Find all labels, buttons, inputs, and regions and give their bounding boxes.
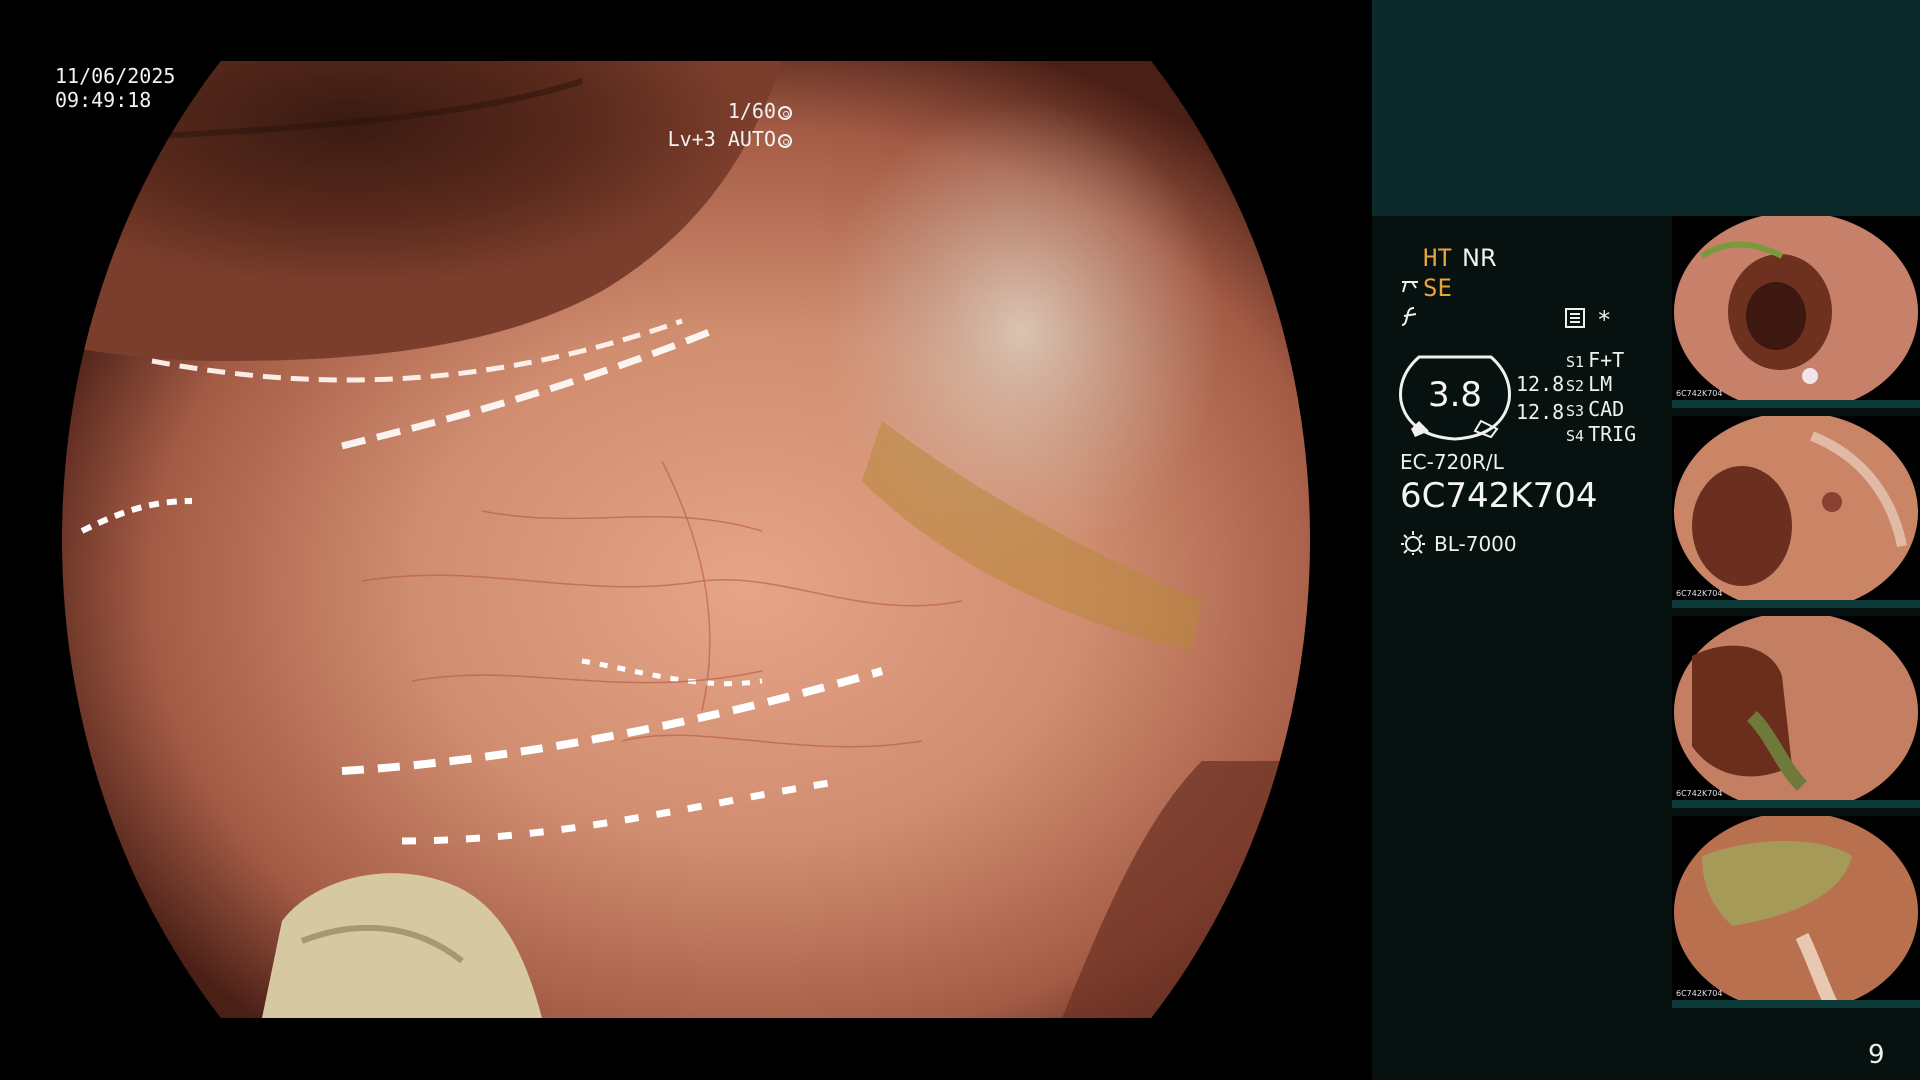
ht-indicator: HT	[1423, 244, 1452, 272]
exam-date: 11/06/2025	[55, 64, 176, 88]
thumbnail-serial: 6C742K704	[1676, 989, 1723, 998]
thumbnail-serial: 6C742K704	[1676, 589, 1723, 598]
switch-s2: S2 LM	[1566, 372, 1613, 396]
thumbnail-serial: 6C742K704	[1676, 389, 1723, 398]
star-indicator: *	[1597, 306, 1612, 334]
scope-model: EC-720R/L	[1400, 450, 1504, 474]
panel-header-band	[1372, 0, 1920, 216]
readout-value-1: 12.8	[1516, 372, 1565, 396]
thumbnail-strip	[1672, 800, 1920, 808]
thumbnail-image	[1674, 816, 1918, 1008]
thumbnail-strip	[1672, 1000, 1920, 1008]
light-source-icon	[1401, 531, 1425, 555]
nr-indicator: NR	[1462, 244, 1497, 272]
thumbnail-strip	[1672, 400, 1920, 408]
mucosa-image	[62, 61, 1310, 1018]
thumbnail-2[interactable]: 6C742K704	[1672, 416, 1920, 608]
shutter-value: 1/60	[727, 99, 776, 123]
scope-serial: 6C742K704	[1400, 476, 1598, 516]
thumbnail-image	[1674, 216, 1918, 408]
exam-time: 09:49:18	[55, 88, 152, 112]
aperture-icon	[778, 106, 792, 120]
thumbnail-serial: 6C742K704	[1676, 789, 1723, 798]
thumbnail-4[interactable]: 6C742K704	[1672, 816, 1920, 1008]
endoscopic-image	[62, 61, 1310, 1018]
endoscope-view: 11/06/2025 09:49:18 1/60 Lv+3 AUTO	[0, 0, 1372, 1080]
switch-s3: S3 CAD	[1566, 397, 1625, 421]
thumbnail-image	[1674, 416, 1918, 608]
gauge-value: 3.8	[1427, 375, 1483, 415]
thumbnail-3[interactable]: 6C742K704	[1672, 616, 1920, 808]
auto-iris-icon	[778, 134, 792, 148]
level-value: Lv+3 AUTO	[667, 127, 776, 151]
color-enhance-icon	[1401, 307, 1417, 326]
se-indicator: SE	[1423, 274, 1452, 302]
switch-s4: S4 TRIG	[1566, 422, 1637, 446]
memory-icon	[1565, 308, 1585, 328]
thumbnail-1[interactable]: 6C742K704	[1672, 216, 1920, 408]
info-panel: HT NR SE * 3.8 12.8 12.8 S1 F+T S2 LM S3 CA…	[1372, 0, 1920, 1080]
shutter-readout: 1/60	[728, 99, 792, 123]
thumbnail-strip	[1672, 600, 1920, 608]
light-source-model: BL-7000	[1434, 532, 1517, 556]
thumbnail-image	[1674, 616, 1918, 808]
page-number: 9	[1868, 1040, 1885, 1070]
level-readout: Lv+3 AUTO	[668, 127, 792, 151]
structure-enhance-icon	[1402, 281, 1418, 293]
switch-s1: S1 F+T	[1566, 348, 1625, 372]
readout-value-2: 12.8	[1516, 400, 1565, 424]
